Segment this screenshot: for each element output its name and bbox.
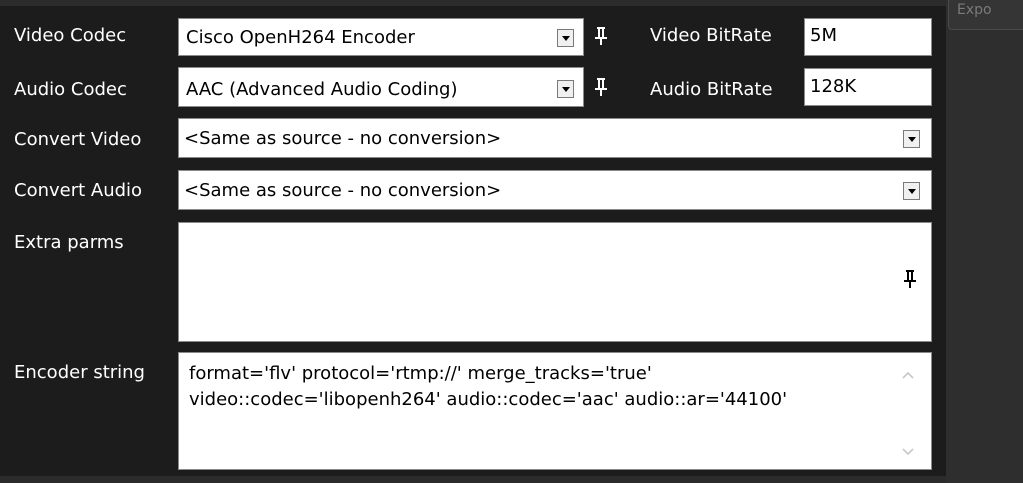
- scroll-up-arrow-icon[interactable]: [901, 370, 915, 380]
- audio-codec-value: AAC (Advanced Audio Coding): [186, 79, 458, 100]
- convert-video-label: Convert Video: [14, 129, 142, 150]
- video-bitrate-value: 5M: [810, 25, 837, 46]
- panel-bottom-border: [0, 476, 946, 483]
- dropdown-arrow-icon[interactable]: [903, 182, 920, 200]
- audio-bitrate-value: 128K: [810, 76, 857, 97]
- audio-codec-label: Audio Codec: [14, 79, 127, 100]
- encoder-string-line-2: video::codec='libopenh264' audio::codec=…: [189, 389, 788, 410]
- audio-bitrate-input[interactable]: 128K: [804, 68, 932, 106]
- convert-audio-label: Convert Audio: [14, 180, 143, 201]
- extra-parms-textarea[interactable]: [178, 222, 932, 342]
- convert-audio-select[interactable]: <Same as source - no conversion>: [178, 170, 932, 210]
- video-codec-select[interactable]: Cisco OpenH264 Encoder: [178, 18, 584, 56]
- scroll-down-arrow-icon[interactable]: [901, 447, 915, 457]
- dropdown-arrow-icon[interactable]: [903, 130, 920, 148]
- video-codec-label: Video Codec: [14, 25, 127, 46]
- video-bitrate-label: Video BitRate: [650, 25, 772, 46]
- audio-bitrate-label: Audio BitRate: [650, 79, 773, 100]
- encoder-string-textarea[interactable]: format='flv' protocol='rtmp://' merge_tr…: [178, 352, 932, 470]
- encoder-settings-panel: Video Codec Cisco OpenH264 Encoder Video…: [0, 0, 946, 483]
- video-codec-value: Cisco OpenH264 Encoder: [186, 27, 415, 48]
- panel-top-border: [0, 0, 946, 6]
- dropdown-arrow-icon[interactable]: [557, 80, 574, 98]
- pin-icon[interactable]: [594, 26, 608, 46]
- extra-parms-label: Extra parms: [14, 232, 124, 253]
- convert-audio-value: <Same as source - no conversion>: [184, 180, 502, 201]
- convert-video-select[interactable]: <Same as source - no conversion>: [178, 118, 932, 158]
- dropdown-arrow-icon[interactable]: [557, 29, 574, 47]
- encoder-string-label: Encoder string: [14, 362, 145, 383]
- pin-icon[interactable]: [903, 269, 917, 289]
- right-pane-background: [946, 0, 1023, 483]
- video-bitrate-input[interactable]: 5M: [804, 18, 932, 56]
- convert-video-value: <Same as source - no conversion>: [184, 128, 502, 149]
- encoder-string-line-1: format='flv' protocol='rtmp://' merge_tr…: [189, 363, 652, 384]
- export-button[interactable]: Expo: [948, 0, 1023, 30]
- pin-icon[interactable]: [594, 77, 608, 97]
- audio-codec-select[interactable]: AAC (Advanced Audio Coding): [178, 67, 584, 107]
